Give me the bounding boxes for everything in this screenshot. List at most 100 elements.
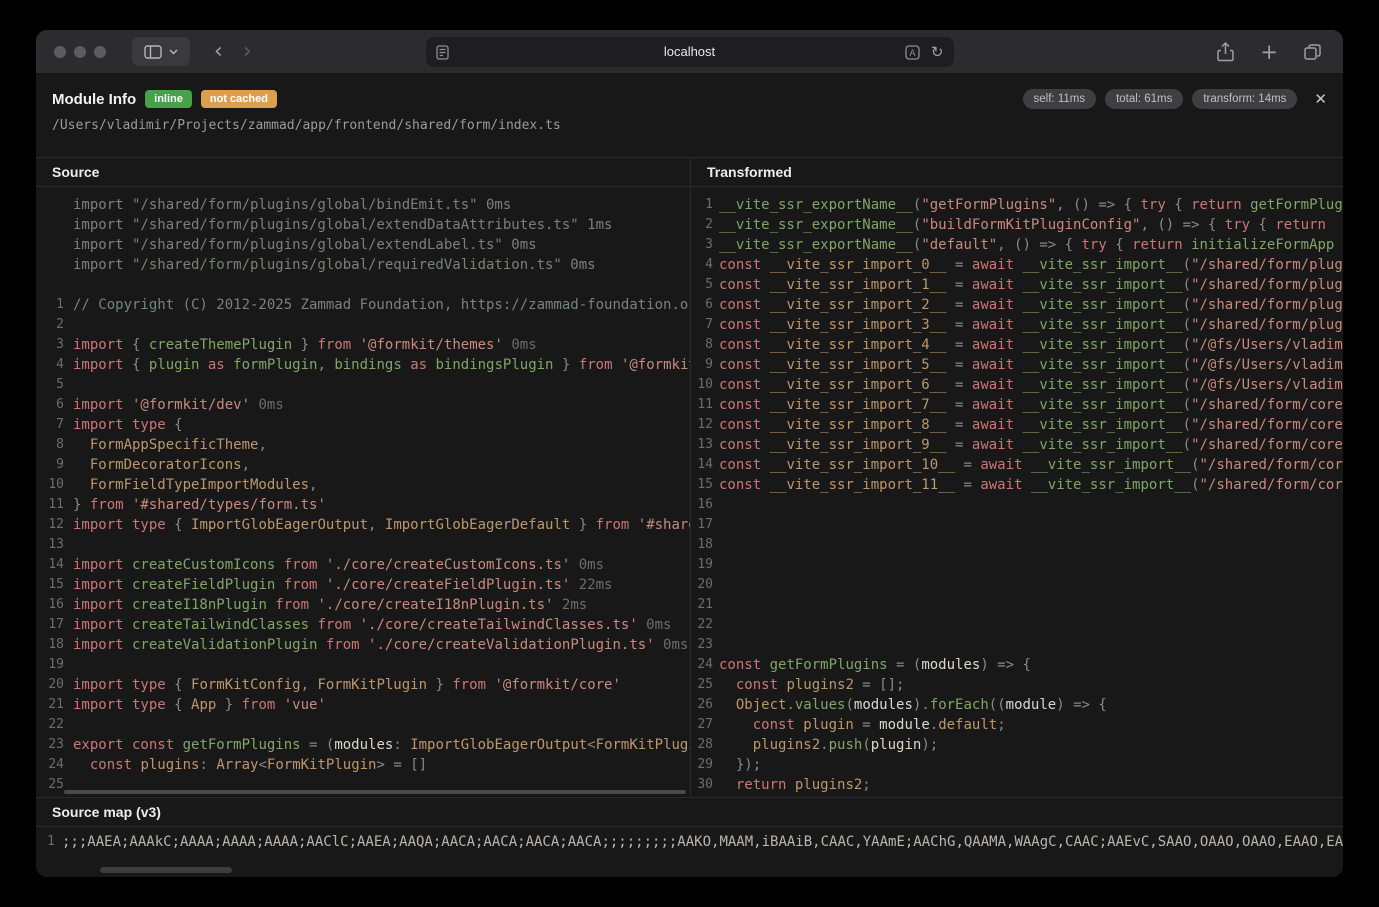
sourcemap-header: Source map (v3) <box>36 797 1343 827</box>
code-line: 24 const plugins: Array<FormKitPlugin> =… <box>36 755 690 775</box>
code-line: 11const __vite_ssr_import_7__ = await __… <box>691 395 1343 415</box>
code-line: 7const __vite_ssr_import_3__ = await __v… <box>691 315 1343 335</box>
code-line: 21 <box>691 595 1343 615</box>
module-info-header: Module Info inline not cached self: 11ms… <box>36 74 1343 157</box>
code-line: 4const __vite_ssr_import_0__ = await __v… <box>691 255 1343 275</box>
code-line: 9 FormDecoratorIcons, <box>36 455 690 475</box>
code-line: 26 Object.values(modules).forEach((modul… <box>691 695 1343 715</box>
sidebar-icon <box>144 45 162 59</box>
code-line: import "/shared/form/plugins/global/requ… <box>36 255 690 275</box>
code-line: import "/shared/form/plugins/global/exte… <box>36 235 690 255</box>
code-line: 2 <box>36 315 690 335</box>
module-path: /Users/vladimir/Projects/zammad/app/fron… <box>52 118 1327 133</box>
code-line: 24const getFormPlugins = (modules) => { <box>691 655 1343 675</box>
new-tab-button[interactable]: + <box>1260 40 1278 64</box>
code-line: 17 <box>691 515 1343 535</box>
code-line: 5 <box>36 375 690 395</box>
translate-icon[interactable]: A <box>905 45 920 60</box>
code-line: 10 FormFieldTypeImportModules, <box>36 475 690 495</box>
code-line: 29 }); <box>691 755 1343 775</box>
code-line: 20import type { FormKitConfig, FormKitPl… <box>36 675 690 695</box>
traffic-lights <box>54 46 106 58</box>
code-line: 22 <box>691 615 1343 635</box>
reload-button[interactable]: ↻ <box>931 43 944 61</box>
code-panels: Source import "/shared/form/plugins/glob… <box>36 157 1343 797</box>
chevron-down-icon <box>169 49 178 55</box>
url-text: localhost <box>426 37 954 67</box>
back-button[interactable]: ‹ <box>214 41 223 63</box>
timing-self-badge: self: 11ms <box>1023 89 1097 109</box>
code-line: 23 <box>691 635 1343 655</box>
sidebar-toggle-button[interactable] <box>132 37 190 66</box>
code-line: 27 const plugin = module.default; <box>691 715 1343 735</box>
code-line: 8 FormAppSpecificTheme, <box>36 435 690 455</box>
code-line: 22 <box>36 715 690 735</box>
source-panel: Source import "/shared/form/plugins/glob… <box>36 158 690 797</box>
page-title: Module Info <box>52 91 136 108</box>
code-line: 11} from '#shared/types/form.ts' <box>36 495 690 515</box>
tab-overview-button[interactable] <box>1304 44 1321 60</box>
close-button[interactable]: ✕ <box>1314 90 1327 108</box>
traffic-light-minimize[interactable] <box>74 46 86 58</box>
page-settings-icon[interactable] <box>436 45 449 65</box>
code-line: 13const __vite_ssr_import_9__ = await __… <box>691 435 1343 455</box>
code-line: 3__vite_ssr_exportName__("default", () =… <box>691 235 1343 255</box>
code-line: 23export const getFormPlugins = (modules… <box>36 735 690 755</box>
sourcemap-title: Source map (v3) <box>52 804 161 820</box>
code-line: 16 <box>691 495 1343 515</box>
browser-toolbar: ‹ › localhost A ↻ <box>36 30 1343 74</box>
svg-text:A: A <box>909 48 915 58</box>
sourcemap-hscrollbar[interactable] <box>100 867 232 873</box>
code-line: 18 <box>691 535 1343 555</box>
code-line: 14import createCustomIcons from './core/… <box>36 555 690 575</box>
code-line: 6const __vite_ssr_import_2__ = await __v… <box>691 295 1343 315</box>
code-line: 1__vite_ssr_exportName__("getFormPlugins… <box>691 195 1343 215</box>
transformed-panel-title: Transformed <box>707 164 792 180</box>
code-line: 14const __vite_ssr_import_10__ = await _… <box>691 455 1343 475</box>
source-panel-header: Source <box>36 158 690 187</box>
code-line <box>36 275 690 295</box>
share-button[interactable] <box>1217 42 1234 62</box>
timing-transform-badge: transform: 14ms <box>1192 89 1297 109</box>
code-line: 4import { plugin as formPlugin, bindings… <box>36 355 690 375</box>
traffic-light-close[interactable] <box>54 46 66 58</box>
sourcemap-code[interactable]: 1;;;AAEA;AAAkC;AAAA;AAAA;AAAA;AAClC;AAEA… <box>36 827 1343 855</box>
transformed-panel-header: Transformed <box>691 158 1343 187</box>
code-line: 9const __vite_ssr_import_5__ = await __v… <box>691 355 1343 375</box>
code-line: 25 const plugins2 = []; <box>691 675 1343 695</box>
code-line: 12import type { ImportGlobEagerOutput, I… <box>36 515 690 535</box>
timing-total-badge: total: 61ms <box>1105 89 1183 109</box>
source-hscrollbar[interactable] <box>64 790 686 794</box>
transformed-code[interactable]: 1__vite_ssr_exportName__("getFormPlugins… <box>691 187 1343 797</box>
code-line: 13 <box>36 535 690 555</box>
code-line: 20 <box>691 575 1343 595</box>
code-line: 19 <box>36 655 690 675</box>
code-line: 19 <box>691 555 1343 575</box>
sourcemap-footer <box>36 855 1343 878</box>
code-line: 3import { createThemePlugin } from '@for… <box>36 335 690 355</box>
code-line: 6import '@formkit/dev' 0ms <box>36 395 690 415</box>
code-line: 2__vite_ssr_exportName__("buildFormKitPl… <box>691 215 1343 235</box>
code-line: 8const __vite_ssr_import_4__ = await __v… <box>691 335 1343 355</box>
forward-button[interactable]: › <box>243 41 252 63</box>
code-line: 5const __vite_ssr_import_1__ = await __v… <box>691 275 1343 295</box>
code-line: 17import createTailwindClasses from './c… <box>36 615 690 635</box>
transformed-panel: Transformed 1__vite_ssr_exportName__("ge… <box>690 158 1343 797</box>
source-panel-title: Source <box>52 164 99 180</box>
address-bar[interactable]: localhost A ↻ <box>426 37 954 67</box>
source-code[interactable]: import "/shared/form/plugins/global/bind… <box>36 187 690 797</box>
code-line: import "/shared/form/plugins/global/bind… <box>36 195 690 215</box>
code-line: 18import createValidationPlugin from './… <box>36 635 690 655</box>
inspect-page: Module Info inline not cached self: 11ms… <box>36 74 1343 877</box>
code-line: 7import type { <box>36 415 690 435</box>
code-line: 1// Copyright (C) 2012-2025 Zammad Found… <box>36 295 690 315</box>
code-line: 10const __vite_ssr_import_6__ = await __… <box>691 375 1343 395</box>
code-line: 15const __vite_ssr_import_11__ = await _… <box>691 475 1343 495</box>
traffic-light-zoom[interactable] <box>94 46 106 58</box>
code-line: 30 return plugins2; <box>691 775 1343 795</box>
code-line: 21import type { App } from 'vue' <box>36 695 690 715</box>
code-line: import "/shared/form/plugins/global/exte… <box>36 215 690 235</box>
inline-badge: inline <box>145 90 192 108</box>
code-line: 1;;;AAEA;AAAkC;AAAA;AAAA;AAAA;AAClC;AAEA… <box>36 832 1343 852</box>
browser-window: ‹ › localhost A ↻ <box>36 30 1343 877</box>
